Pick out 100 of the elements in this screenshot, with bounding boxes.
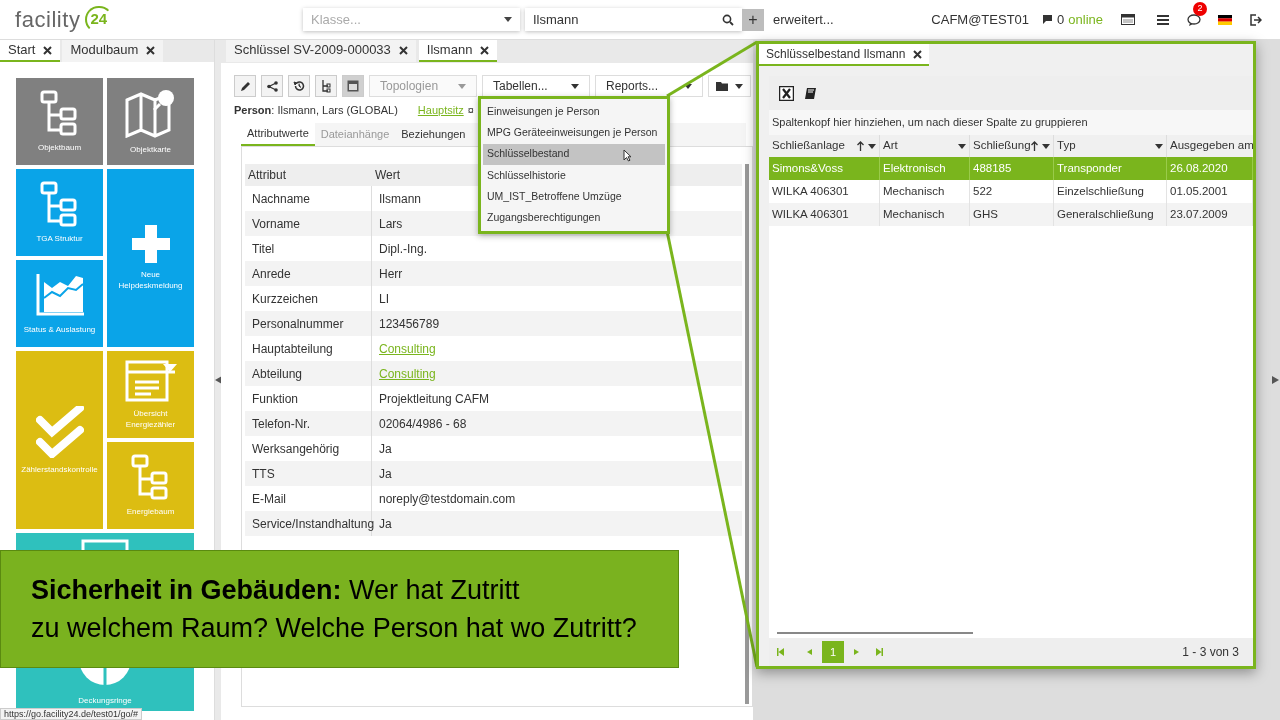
- menu-icon[interactable]: [1157, 14, 1169, 25]
- value-cell-text: Ja: [378, 465, 393, 483]
- logo-text: facility: [15, 6, 81, 34]
- caption-line: Sicherheit in Gebäuden: Wer hat Zutritt: [31, 574, 521, 607]
- close-icon[interactable]: [480, 45, 490, 55]
- record-title: Person: Ilsmann, Lars (GLOBAL): [234, 102, 398, 118]
- pencil-icon: [239, 80, 251, 92]
- value-cell-text: Projektleitung CAFM: [378, 390, 491, 408]
- hierarchy-icon: [321, 79, 331, 93]
- collapse-handle-icon[interactable]: [1272, 376, 1279, 384]
- tab[interactable]: Modulbaum: [62, 40, 164, 62]
- share-icon: [266, 80, 278, 92]
- tab[interactable]: Schlüssel SV-2009-000033: [226, 40, 416, 62]
- folder-icon: [716, 81, 729, 91]
- caption-line: zu welchem Raum? Welche Person hat wo Zutritt?: [31, 612, 638, 645]
- menu-item[interactable]: Schlüsselbestand: [483, 143, 665, 165]
- value-cell-text: Ilsmann: [378, 190, 423, 208]
- table-cell: WILKA 406301: [769, 203, 880, 226]
- table-cell: GHS: [970, 203, 1054, 226]
- value-cell-text: Ja: [378, 515, 393, 533]
- value-cell-text: 02064/4986 - 68: [378, 415, 468, 433]
- tab[interactable]: Schlüsselbestand Ilsmann: [759, 44, 930, 66]
- form-icon: [124, 359, 177, 402]
- close-icon[interactable]: [398, 45, 408, 55]
- value-cell-text: noreply@testdomain.com: [378, 490, 517, 508]
- close-icon[interactable]: [43, 45, 53, 55]
- german-flag-icon[interactable]: [1218, 14, 1232, 25]
- table-row[interactable]: WILKA 406301 Mechanisch GHS Generalschließung 23.07.2009: [769, 203, 1253, 226]
- menu-item[interactable]: Schlüsselhistorie: [483, 164, 665, 187]
- window-icon[interactable]: [1121, 14, 1135, 25]
- menu-item[interactable]: MPG Geräteeinweisungen je Person: [483, 122, 665, 144]
- add-button[interactable]: +: [742, 8, 764, 31]
- value-cell-text: LI: [378, 290, 390, 308]
- tab[interactable]: Ilsmann: [418, 40, 498, 62]
- caret-icon: [571, 83, 579, 89]
- search-field[interactable]: Ilsmann: [525, 8, 742, 31]
- advanced-search-link[interactable]: erweitert...: [773, 9, 834, 30]
- module-tile[interactable]: Objektbaum: [16, 78, 103, 165]
- folder-select[interactable]: [708, 75, 751, 97]
- group-hint: Spaltenkopf hier hinziehen, um nach dieser Spalte zu gruppieren: [769, 110, 1253, 135]
- caret-icon: [504, 17, 512, 22]
- filter-caret-icon[interactable]: [868, 143, 876, 149]
- excel-export-icon[interactable]: [779, 85, 794, 101]
- toolbar-button[interactable]: [261, 75, 283, 97]
- menu-item[interactable]: UM_IST_Betroffene Umzüge: [483, 186, 665, 208]
- tree-icon: [39, 90, 80, 136]
- table-cell: Generalschließung: [1054, 203, 1167, 226]
- close-icon[interactable]: [146, 45, 156, 55]
- filter-caret-icon[interactable]: [1155, 143, 1163, 149]
- value-cell-text: Dipl.-Ing.: [378, 240, 429, 258]
- book-icon[interactable]: [804, 86, 817, 100]
- caret-icon: [734, 83, 743, 89]
- attribute-cell: Service/Instandhaltung: [245, 511, 372, 536]
- search-icon[interactable]: [722, 13, 734, 26]
- location-suffix: ¤: [467, 102, 474, 118]
- toolbar-button[interactable]: [288, 75, 310, 97]
- caret-icon: [684, 83, 692, 89]
- column-header[interactable]: Attribut: [245, 166, 372, 184]
- tree-icon: [39, 181, 80, 227]
- tree-icon: [130, 454, 171, 500]
- value-cell-text: 123456789: [378, 315, 441, 333]
- horizontal-scrollbar[interactable]: [777, 632, 973, 634]
- table-cell: Mechanisch: [880, 203, 970, 226]
- tab[interactable]: Start: [0, 40, 61, 62]
- subtab[interactable]: Beziehungen: [395, 123, 472, 146]
- sort-arrow-icon: [857, 141, 864, 151]
- dropdown-select[interactable]: Reports...: [595, 75, 703, 97]
- mouse-cursor-icon: [623, 148, 632, 162]
- filter-caret-icon[interactable]: [958, 143, 966, 149]
- dropdown-select[interactable]: Tabellen...: [482, 75, 590, 97]
- logo-number: 24: [84, 6, 114, 33]
- toolbar-button[interactable]: [315, 75, 337, 97]
- menu-item[interactable]: Zugangsberechtigungen: [483, 207, 665, 229]
- chat-bubble-icon: [1042, 14, 1054, 25]
- table-cell: 23.07.2009: [1167, 203, 1253, 226]
- sort-arrow-icon: [1031, 141, 1038, 151]
- status-url: https://go.facility24.de/test01/go/#: [0, 708, 143, 720]
- value-cell-text: Herr: [378, 265, 404, 283]
- filter-caret-icon[interactable]: [1042, 143, 1050, 149]
- menu-item[interactable]: Einweisungen je Person: [483, 101, 665, 123]
- toolbar-button[interactable]: [342, 75, 364, 97]
- chart-icon: [34, 272, 85, 318]
- chat-icon[interactable]: [1187, 13, 1201, 26]
- value-cell-text: Lars: [378, 215, 404, 233]
- value-cell-text: Ja: [378, 440, 393, 458]
- history-icon: [293, 80, 305, 92]
- scrollbar[interactable]: [745, 164, 749, 704]
- plus-icon: [131, 225, 170, 263]
- module-tile[interactable]: Objektkarte: [107, 78, 194, 165]
- pager-summary: 1 - 3 von 3: [1182, 644, 1239, 661]
- online-count: 0: [1057, 10, 1065, 29]
- double-check-icon: [35, 405, 84, 458]
- calendar-icon: [347, 80, 359, 92]
- table-row[interactable]: WILKA 406301 Mechanisch 522 Einzelschließung 01.05.2001: [769, 180, 1253, 203]
- toolbar-button[interactable]: [234, 75, 256, 97]
- logout-icon[interactable]: [1250, 13, 1262, 26]
- subtab[interactable]: Attributwerte: [241, 123, 315, 146]
- user-name: CAFM@TEST01: [931, 10, 1030, 29]
- caret-icon: [458, 83, 466, 89]
- close-icon[interactable]: [913, 49, 923, 59]
